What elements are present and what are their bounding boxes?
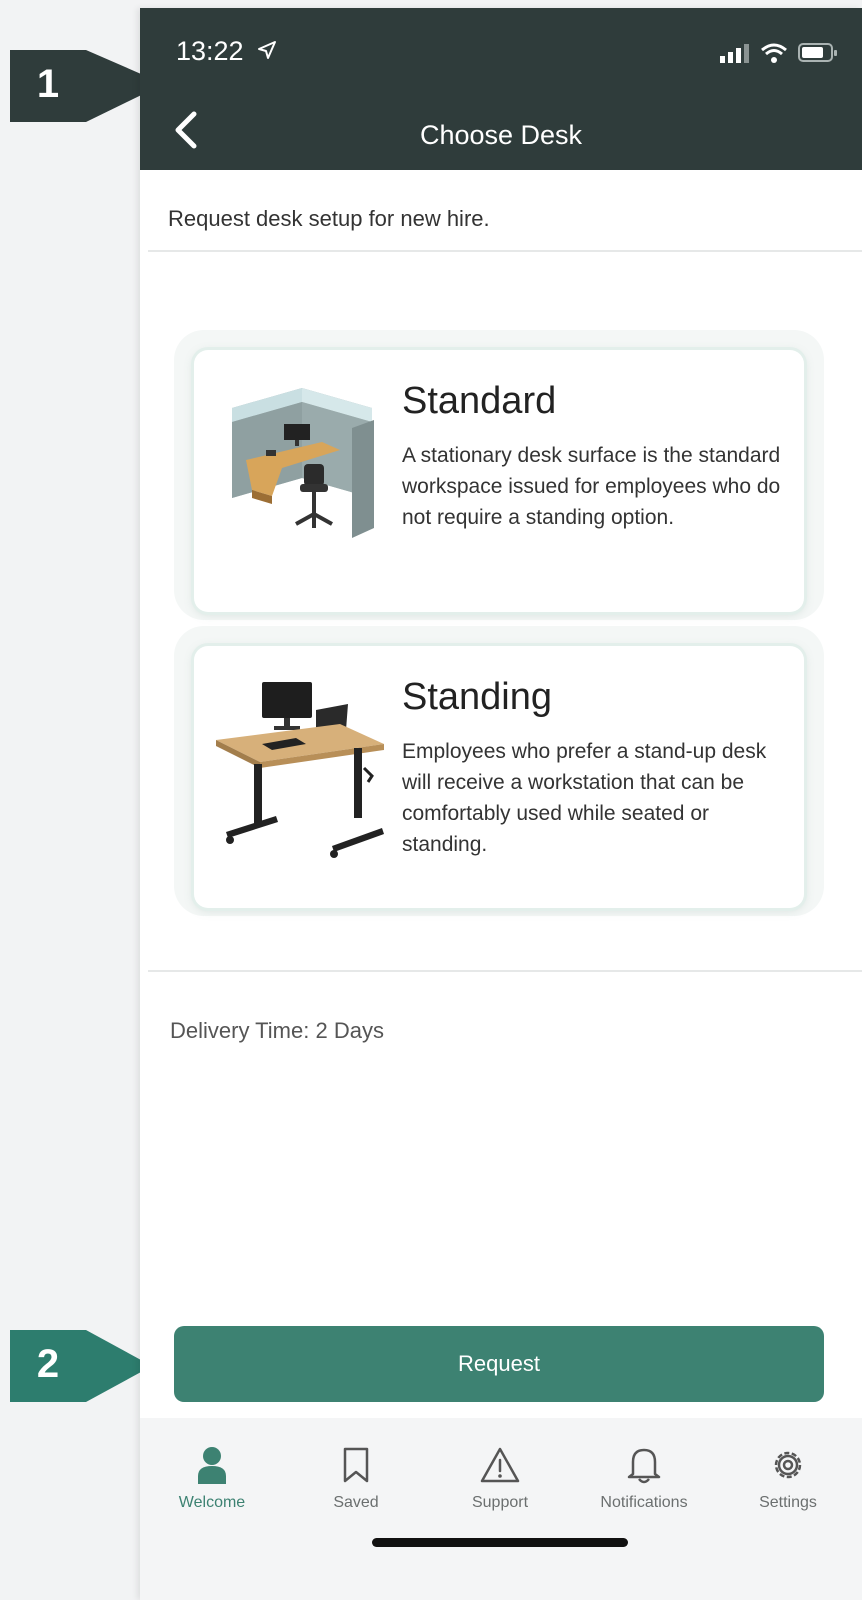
tab-label-notifications: Notifications: [600, 1494, 688, 1511]
bookmark-icon: [343, 1447, 369, 1483]
tab-label-support: Support: [471, 1494, 529, 1511]
person-icon: [198, 1447, 226, 1484]
desk-option-standing: Standing Employees who prefer a stand-up…: [174, 626, 824, 916]
tab-label-saved: Saved: [333, 1494, 379, 1511]
divider: [148, 970, 862, 972]
tab-settings[interactable]: Settings: [716, 1444, 860, 1512]
tab-welcome[interactable]: Welcome: [140, 1444, 284, 1512]
tab-saved[interactable]: Saved: [284, 1444, 428, 1512]
request-button[interactable]: Request: [174, 1326, 824, 1402]
home-indicator: [372, 1538, 628, 1547]
wifi-icon: [761, 43, 787, 63]
cubicle-desk-image: [212, 368, 384, 568]
desk-card-standard[interactable]: Standard A stationary desk surface is th…: [194, 350, 804, 612]
desk-description-standard: A stationary desk surface is the standar…: [402, 444, 781, 529]
callout-2: 2: [10, 1330, 86, 1402]
tab-label-welcome: Welcome: [178, 1494, 246, 1511]
tab-label-settings: Settings: [759, 1494, 817, 1511]
divider: [148, 250, 862, 252]
callout-2-number: 2: [36, 1342, 60, 1386]
desk-card-standing[interactable]: Standing Employees who prefer a stand-up…: [194, 646, 804, 908]
tab-support[interactable]: Support: [428, 1444, 572, 1512]
status-time-text: 13:22: [176, 36, 244, 66]
battery-icon: [798, 43, 837, 62]
warning-icon: [480, 1447, 520, 1483]
desk-title-standing: Standing: [402, 676, 553, 718]
gear-icon: [774, 1451, 802, 1479]
callout-1-number: 1: [36, 62, 60, 106]
desk-option-standard: Standard A stationary desk surface is th…: [174, 330, 824, 620]
intro-text: Request desk setup for new hire.: [168, 206, 490, 231]
cellular-signal-icon: [720, 44, 749, 63]
phone-screen: 13:22 Choose Desk Request desk setup for…: [140, 8, 862, 1600]
page-title: Choose Desk: [419, 120, 583, 150]
status-time: 13:22: [176, 36, 277, 67]
desk-description-standing: Employees who prefer a stand-up desk wil…: [402, 740, 767, 856]
location-arrow-icon: [258, 41, 277, 59]
bottom-tab-bar: Welcome Saved Support Notifications Sett…: [140, 1418, 862, 1600]
status-indicators: [720, 42, 838, 64]
callout-1: 1: [10, 50, 86, 122]
standing-desk-image: [212, 664, 384, 864]
delivery-time: Delivery Time: 2 Days: [170, 1018, 384, 1043]
tab-notifications[interactable]: Notifications: [572, 1444, 716, 1512]
bell-icon: [627, 1448, 661, 1484]
desk-title-standard: Standard: [402, 380, 557, 422]
app-header: 13:22 Choose Desk: [140, 8, 862, 170]
